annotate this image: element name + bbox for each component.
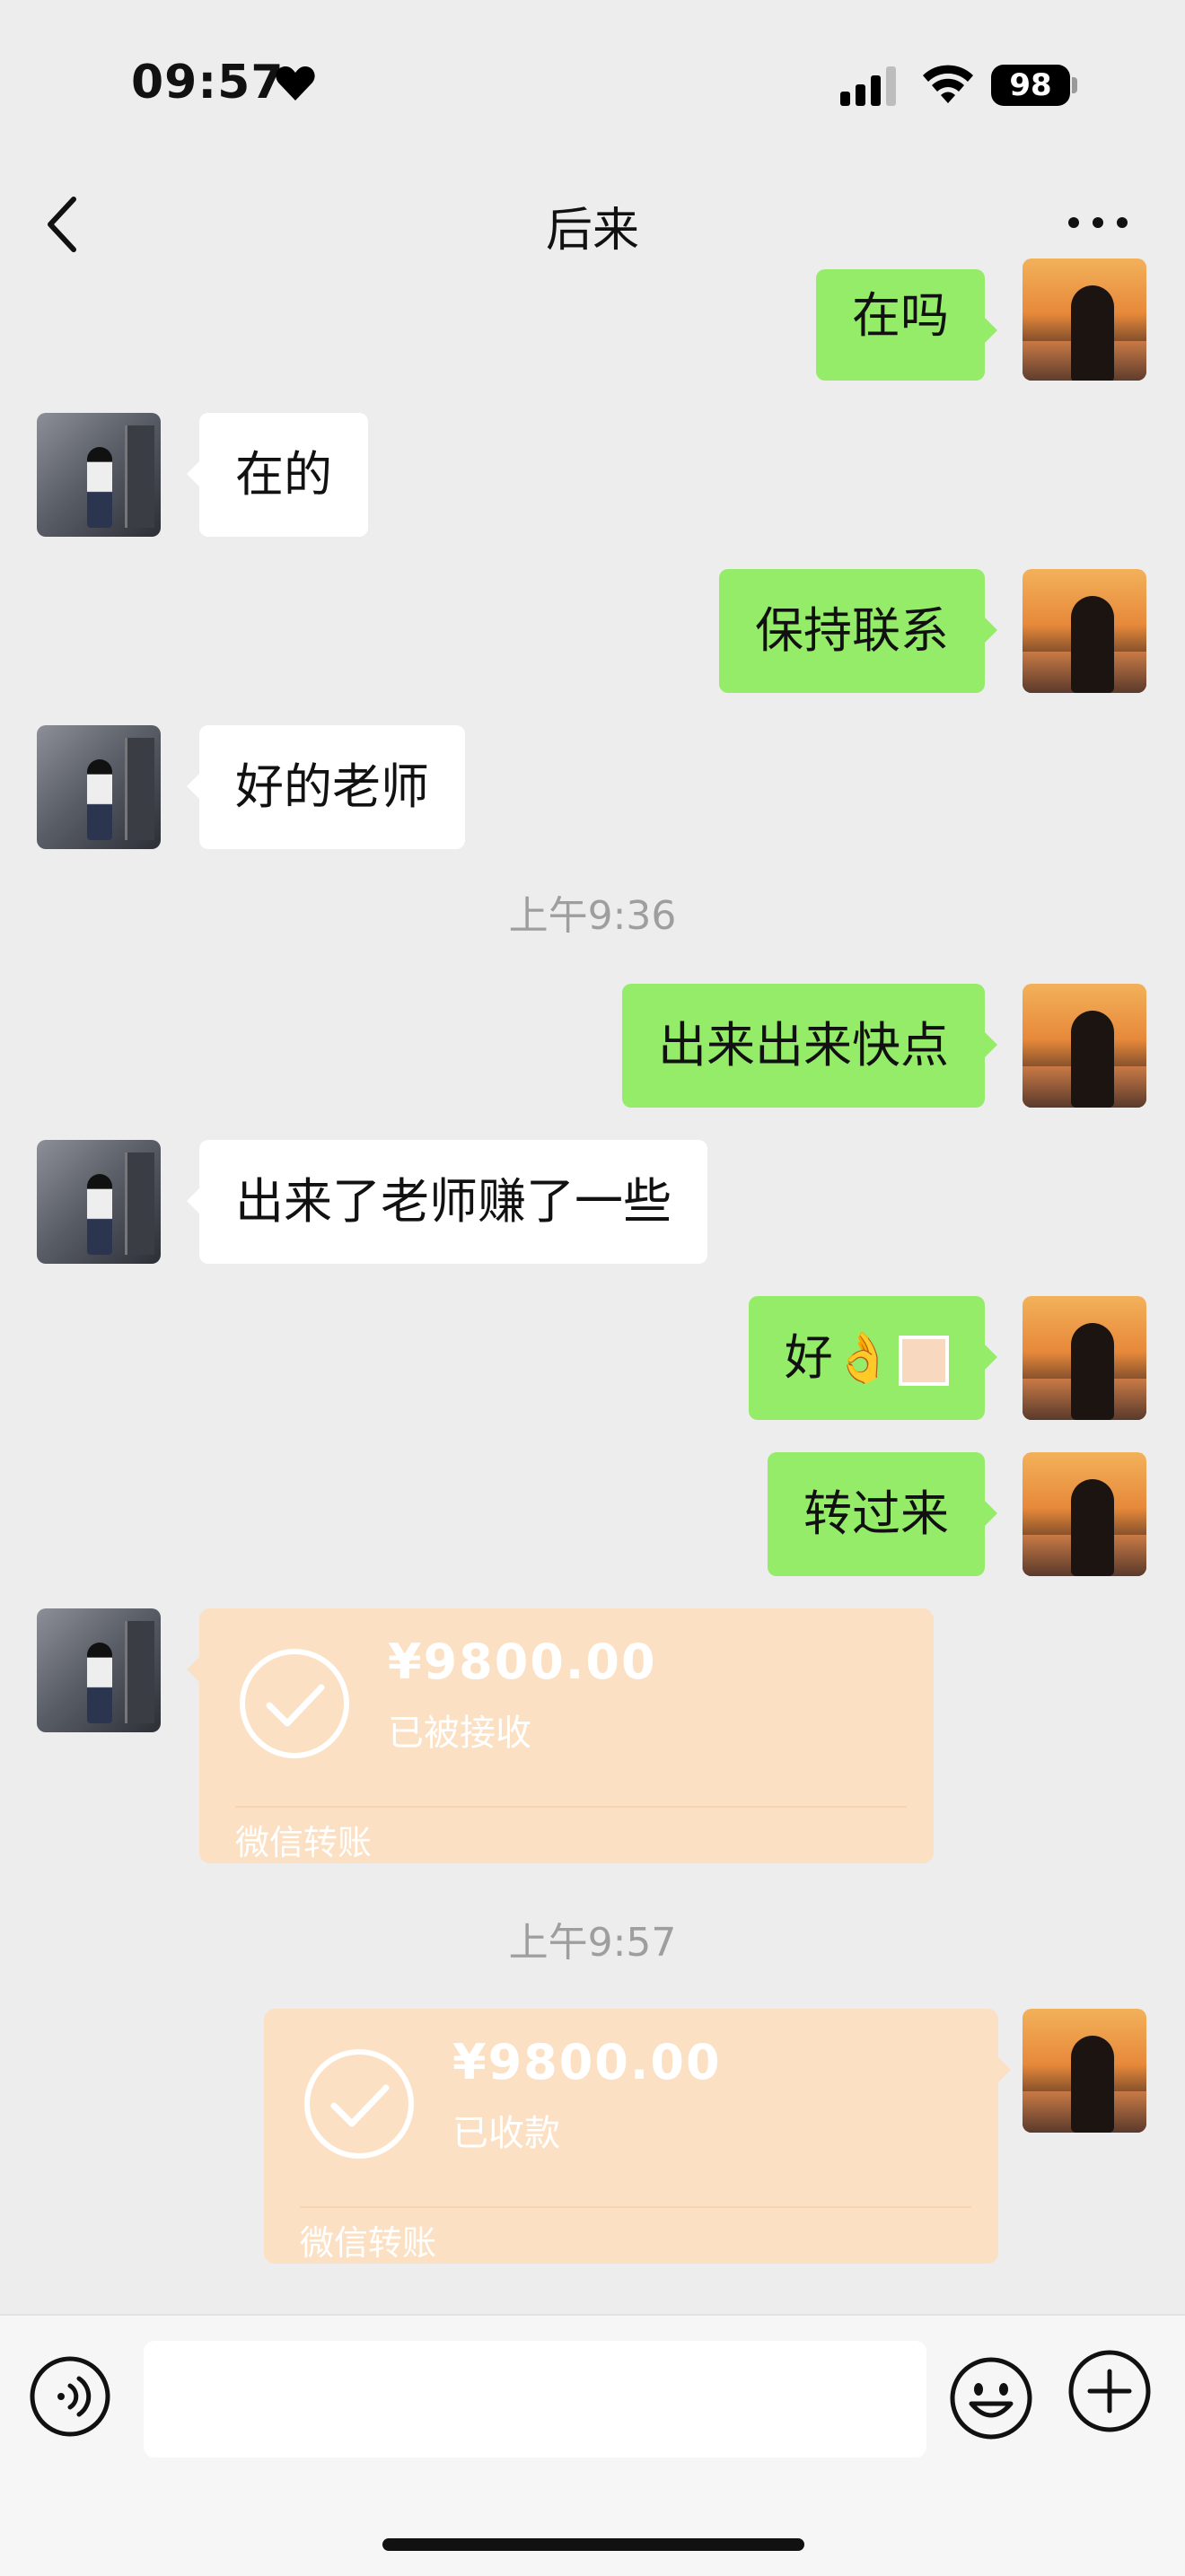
message-bubble-sent[interactable]: 出来出来快点 [622,984,997,1108]
message-bubble-received[interactable]: 出来了老师赚了一些 [187,1140,707,1264]
message-bubble-received[interactable]: 在的 [187,413,368,537]
battery-icon: 98 [991,65,1070,106]
heart-icon [276,66,315,101]
avatar-self[interactable] [1023,1296,1146,1420]
avatar-self[interactable] [1023,984,1146,1108]
transfer-amount: ¥9800.00 [452,2034,722,2090]
timestamp: 上午9:57 [508,1920,677,1966]
transfer-status: 已被接收 [388,1713,531,1754]
voice-icon[interactable] [29,2355,111,2438]
transfer-label: 微信转账 [235,1823,373,1862]
status-time: 09:57 [131,56,285,110]
checkmark-circle-icon [240,1649,349,1758]
avatar-self[interactable] [1023,2009,1146,2133]
message-bubble-sent[interactable]: 转过来 [768,1452,997,1576]
chat-title: 后来 [545,204,639,258]
avatar-contact[interactable] [37,1140,161,1264]
message-text: 好👌 [784,1329,893,1386]
transfer-card-received[interactable]: ¥9800.00 已被接收 微信转账 [187,1608,934,1863]
avatar-self[interactable] [1023,569,1146,693]
signal-icon [840,66,896,106]
transfer-amount: ¥9800.00 [388,1634,657,1690]
transfer-card-sent[interactable]: ¥9800.00 已收款 微信转账 [264,2009,1011,2264]
message-bubble-sent[interactable]: 保持联系 [719,569,997,693]
avatar-contact[interactable] [37,1608,161,1732]
battery-tip [1072,77,1077,93]
emoji-icon[interactable] [948,2355,1034,2441]
transfer-divider [235,1806,907,1808]
unsupported-emoji-icon [899,1336,949,1387]
transfer-divider [300,2206,971,2208]
checkmark-circle-icon [304,2049,414,2159]
message-bubble-received[interactable]: 好的老师 [187,725,465,849]
timestamp: 上午9:36 [508,893,677,939]
message-bubble-sent[interactable]: 在吗 [816,269,997,381]
avatar-self[interactable] [1023,1452,1146,1576]
message-bubble-sent[interactable]: 好👌 [748,1296,998,1420]
plus-icon[interactable] [1066,2348,1153,2434]
avatar-contact[interactable] [37,413,161,537]
avatar-self[interactable] [1023,258,1146,381]
home-indicator [382,2538,804,2551]
transfer-label: 微信转账 [300,2223,437,2263]
transfer-status: 已收款 [452,2113,560,2154]
avatar-contact[interactable] [37,725,161,849]
wifi-icon [923,65,973,103]
message-input[interactable] [144,2341,926,2458]
more-dots-icon[interactable] [1065,212,1131,233]
